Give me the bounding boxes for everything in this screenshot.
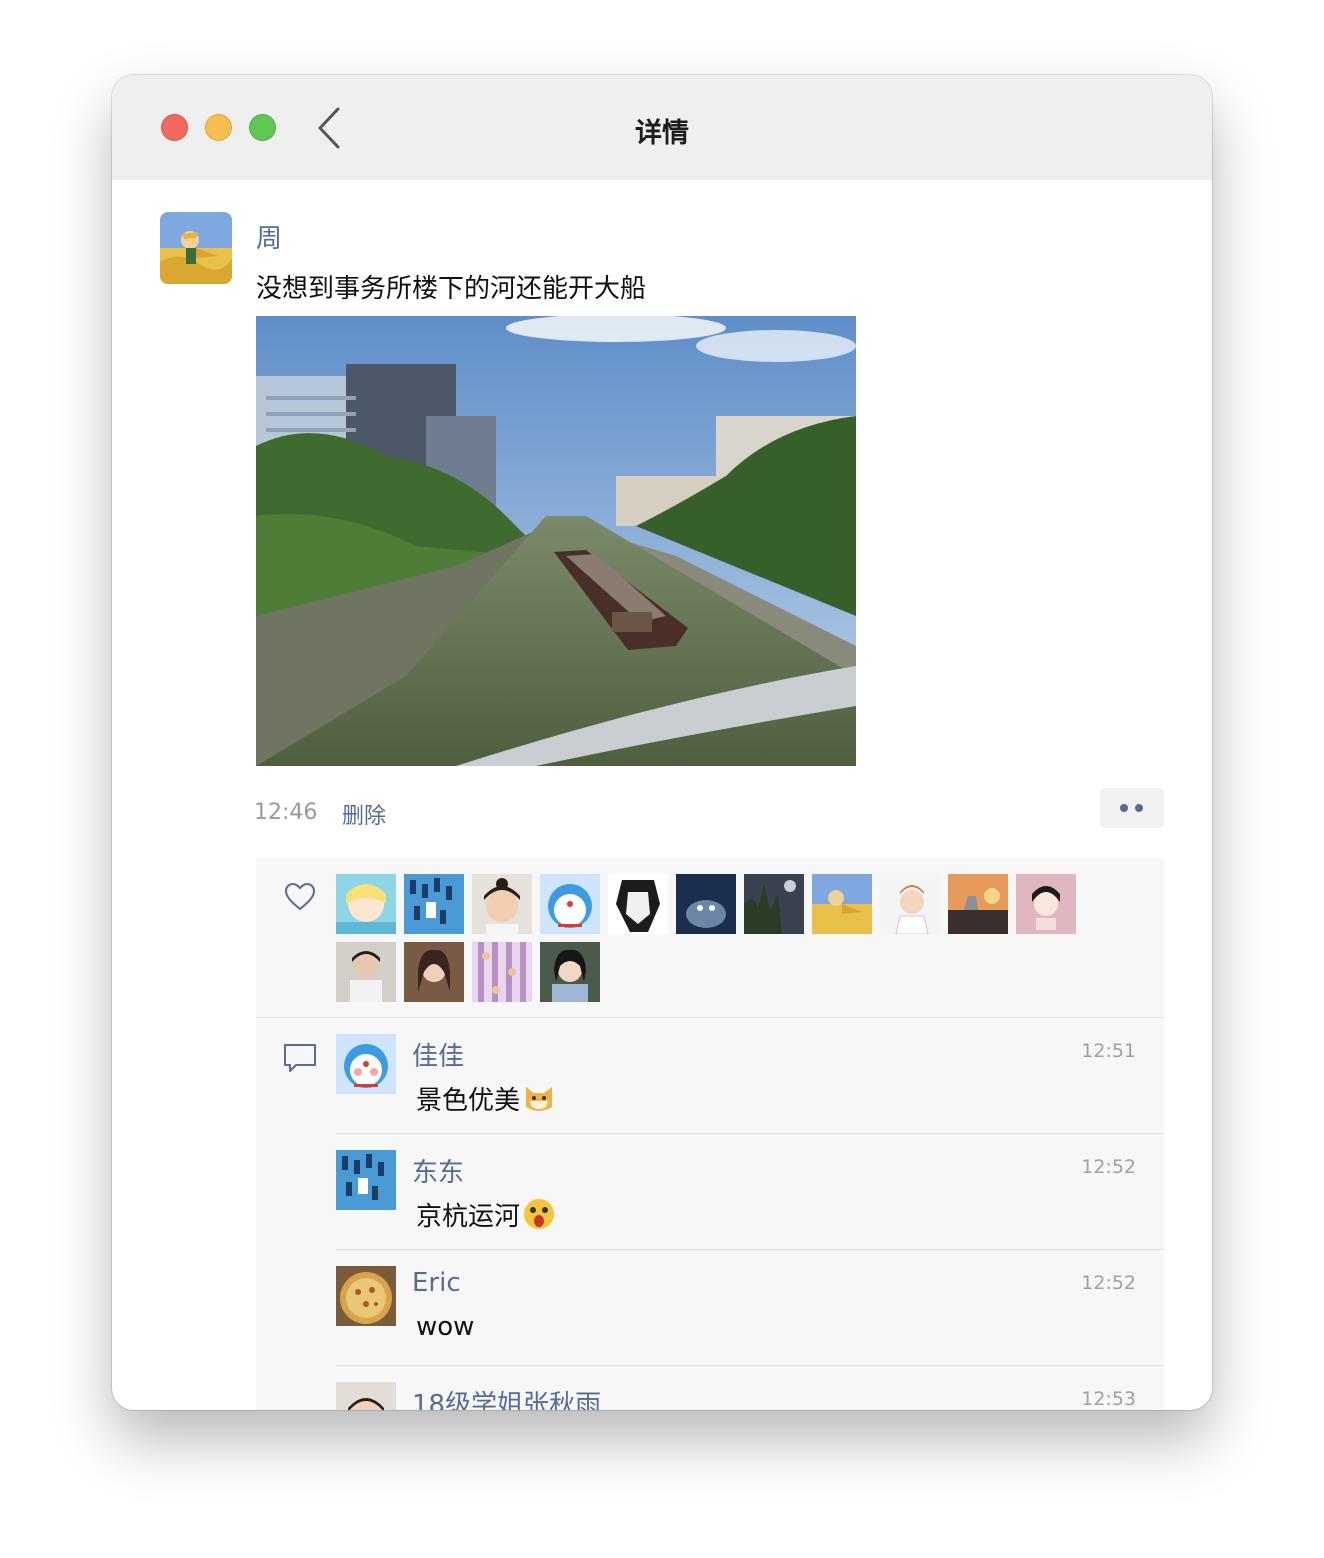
post-detail: 周 没想到事务所楼下的河还能开大船 12:46 删除 佳佳 12:51 景色优美… <box>112 180 1212 1410</box>
like-avatar[interactable] <box>540 874 600 934</box>
heart-icon <box>284 882 316 911</box>
comment-item: 18级学姐张秋雨 12:53 <box>336 1366 1164 1410</box>
like-avatar[interactable] <box>812 874 872 934</box>
title-bar: 详情 <box>112 75 1212 180</box>
author-name[interactable]: 周 <box>256 218 282 255</box>
comment-time: 12:53 <box>1081 1388 1136 1410</box>
commenter-name[interactable]: 佳佳 <box>412 1036 464 1073</box>
comment-text-content: 景色优美 <box>416 1086 521 1116</box>
commenter-avatar[interactable] <box>336 1150 396 1210</box>
delete-post-button[interactable]: 删除 <box>342 798 386 830</box>
comment-time: 12:52 <box>1081 1272 1136 1294</box>
comment-item: 佳佳 12:51 景色优美 <box>336 1018 1164 1134</box>
like-avatar[interactable] <box>336 942 396 1002</box>
like-avatar[interactable] <box>880 874 940 934</box>
interaction-panel: 佳佳 12:51 景色优美 东东 12:52 京杭运河 Eric 12:52 w… <box>256 858 1164 1410</box>
like-avatar[interactable] <box>1016 874 1076 934</box>
like-avatar[interactable] <box>404 874 464 934</box>
like-avatar[interactable] <box>676 874 736 934</box>
comment-text-content: 京杭运河 <box>416 1202 521 1232</box>
comment-text: 景色优美 <box>416 1080 556 1117</box>
like-avatar[interactable] <box>404 942 464 1002</box>
like-avatar[interactable] <box>472 942 532 1002</box>
comment-item: Eric 12:52 wow <box>336 1250 1164 1366</box>
author-avatar[interactable] <box>160 212 232 284</box>
like-avatar[interactable] <box>540 942 600 1002</box>
comment-bubble-icon <box>284 1044 316 1072</box>
more-dots-icon <box>1135 804 1143 812</box>
like-avatar[interactable] <box>948 874 1008 934</box>
like-avatar[interactable] <box>744 874 804 934</box>
comment-time: 12:52 <box>1081 1156 1136 1178</box>
comment-text: wow <box>416 1312 475 1342</box>
more-dots-icon <box>1120 804 1128 812</box>
commenter-avatar[interactable] <box>336 1382 396 1410</box>
surprised-emoji-icon <box>524 1199 555 1229</box>
comment-item: 东东 12:52 京杭运河 <box>336 1134 1164 1250</box>
commenter-name[interactable]: 18级学姐张秋雨 <box>412 1384 601 1410</box>
post-time: 12:46 <box>254 800 318 825</box>
commenter-avatar[interactable] <box>336 1266 396 1326</box>
commenter-name[interactable]: 东东 <box>412 1152 464 1189</box>
likes-list <box>256 858 1164 1018</box>
commenter-avatar[interactable] <box>336 1034 396 1094</box>
app-window: 详情 周 没想到事务所楼下的河还能开大船 12:46 删除 佳佳 12:51 景… <box>112 75 1212 1410</box>
like-avatar[interactable] <box>608 874 668 934</box>
page-title: 详情 <box>635 118 689 149</box>
post-text: 没想到事务所楼下的河还能开大船 <box>256 274 647 304</box>
comment-time: 12:51 <box>1081 1040 1136 1062</box>
commenter-name[interactable]: Eric <box>412 1268 461 1298</box>
like-avatar[interactable] <box>472 874 532 934</box>
post-photo[interactable] <box>256 316 856 766</box>
like-avatar[interactable] <box>336 874 396 934</box>
comment-text: 京杭运河 <box>416 1196 556 1233</box>
cat-emoji-icon <box>526 1087 553 1111</box>
more-actions-button[interactable] <box>1100 788 1164 828</box>
